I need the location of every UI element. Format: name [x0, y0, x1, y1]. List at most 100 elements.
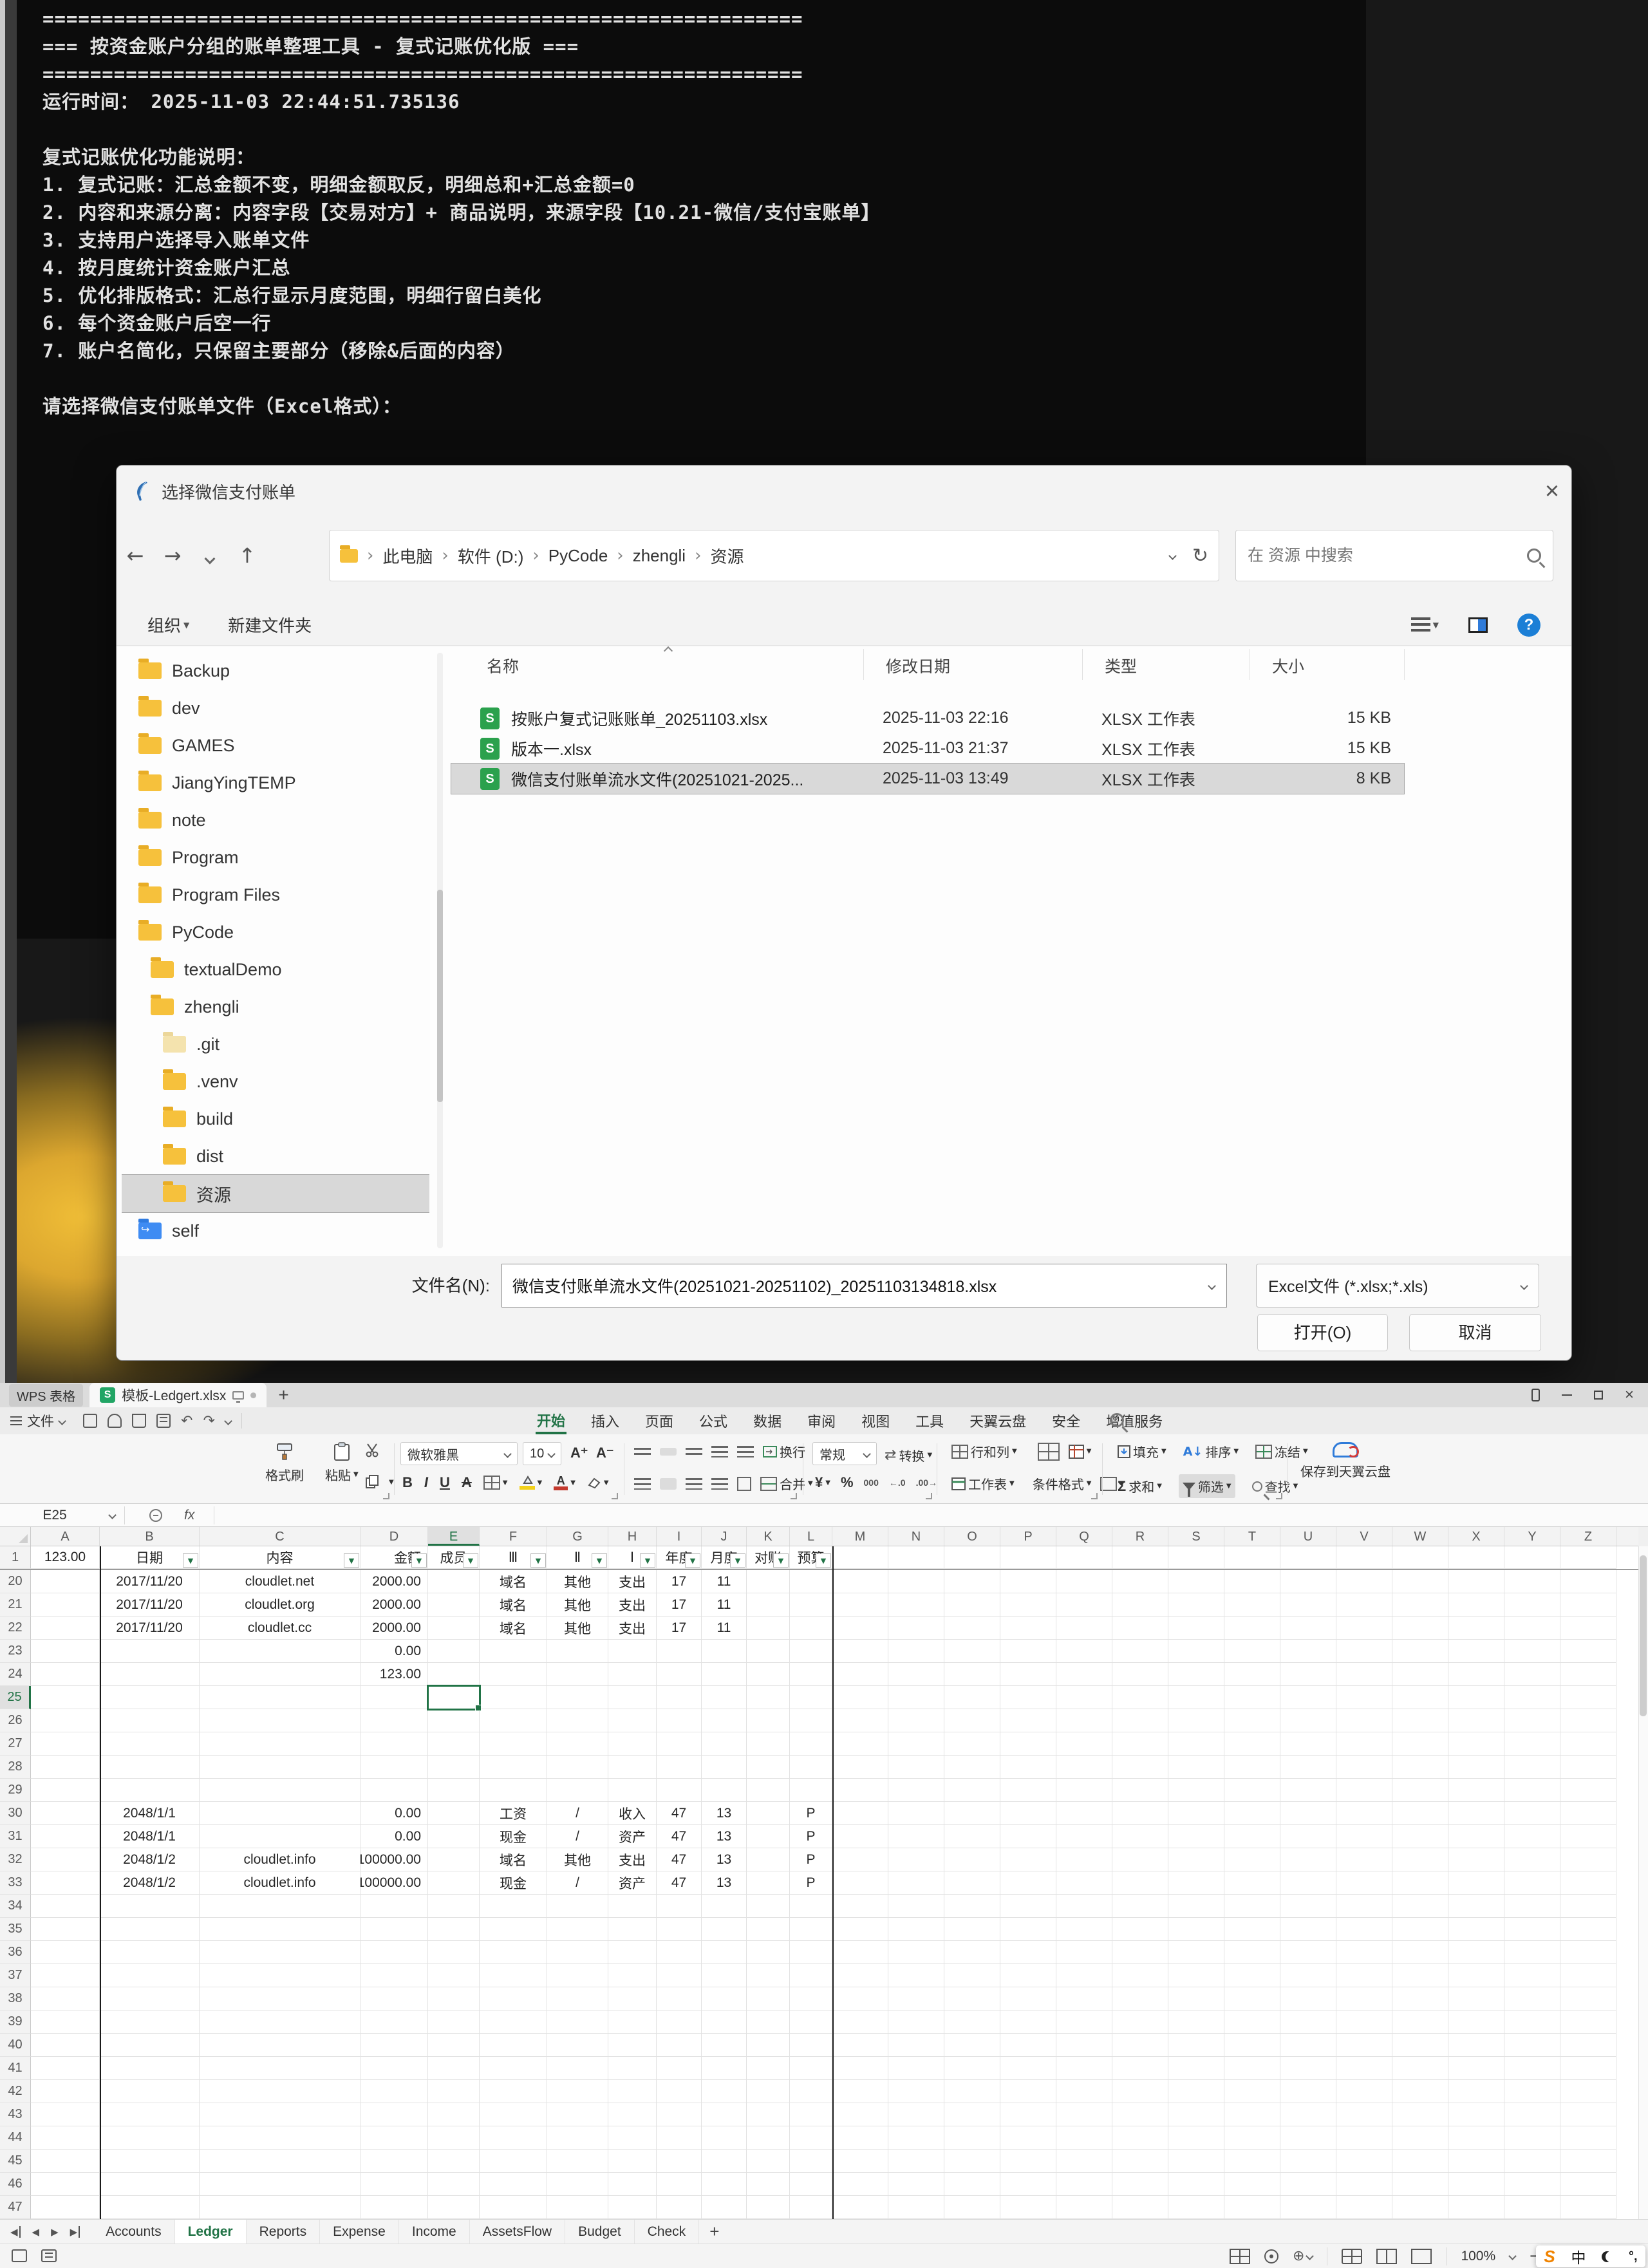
focus-mode-icon[interactable] [1264, 2249, 1278, 2263]
cell-F36[interactable] [480, 1941, 547, 1964]
row-header-46[interactable]: 46 [0, 2173, 31, 2196]
cell-A29[interactable] [31, 1779, 100, 1802]
cell-T21[interactable] [1224, 1593, 1280, 1617]
cell-B1[interactable]: 日期▼ [100, 1546, 200, 1569]
cell-G27[interactable] [547, 1732, 608, 1756]
column-header-J[interactable]: J [702, 1527, 747, 1546]
cell-J29[interactable] [702, 1779, 747, 1802]
cell-S44[interactable] [1168, 2126, 1224, 2150]
menu-tab-审阅[interactable]: 审阅 [806, 1408, 837, 1434]
column-header-type[interactable]: 类型 [1105, 654, 1137, 677]
cell-M27[interactable] [832, 1732, 888, 1756]
cell-M45[interactable] [832, 2150, 888, 2173]
cell-M33[interactable] [832, 1871, 888, 1895]
cell-R27[interactable] [1112, 1732, 1168, 1756]
cell-E47[interactable] [428, 2196, 480, 2219]
move-tool-icon[interactable]: ⊕ [1293, 2248, 1313, 2264]
cell-I47[interactable] [657, 2196, 702, 2219]
file-row[interactable]: S按账户复式记账账单_20251103.xlsx2025-11-03 22:16… [451, 703, 1404, 733]
preview-pane-icon[interactable] [1468, 617, 1488, 633]
sort-button[interactable]: A↓排序▼ [1183, 1442, 1239, 1461]
cell-C20[interactable]: cloudlet.net [200, 1570, 360, 1593]
tree-item-JiangYingTEMP[interactable]: JiangYingTEMP [122, 764, 429, 801]
cell-R46[interactable] [1112, 2173, 1168, 2196]
cell-M28[interactable] [832, 1756, 888, 1779]
cell-Z43[interactable] [1560, 2103, 1616, 2126]
align-top-icon[interactable] [634, 1448, 651, 1456]
cell-U41[interactable] [1280, 2057, 1336, 2080]
cell-T27[interactable] [1224, 1732, 1280, 1756]
cell-K41[interactable] [747, 2057, 790, 2080]
name-box[interactable]: E25 [0, 1508, 109, 1523]
cell-W42[interactable] [1392, 2080, 1448, 2103]
cell-C35[interactable] [200, 1918, 360, 1941]
cell-C28[interactable] [200, 1756, 360, 1779]
cell-Y25[interactable] [1504, 1686, 1560, 1709]
cell-T37[interactable] [1224, 1964, 1280, 1987]
cell-H1[interactable]: Ⅰ▼ [608, 1546, 657, 1569]
cell-O34[interactable] [944, 1895, 1000, 1918]
cell-P47[interactable] [1000, 2196, 1056, 2219]
cell-Z24[interactable] [1560, 1663, 1616, 1686]
cell-G32[interactable]: 其他 [547, 1848, 608, 1871]
cell-Z20[interactable] [1560, 1570, 1616, 1593]
cell-Q42[interactable] [1056, 2080, 1112, 2103]
cell-M39[interactable] [832, 2010, 888, 2034]
cell-F40[interactable] [480, 2034, 547, 2057]
cell-A30[interactable] [31, 1802, 100, 1825]
cell-Q34[interactable] [1056, 1895, 1112, 1918]
cell-S37[interactable] [1168, 1964, 1224, 1987]
cell-R28[interactable] [1112, 1756, 1168, 1779]
cell-A26[interactable] [31, 1709, 100, 1732]
cell-M43[interactable] [832, 2103, 888, 2126]
row-header-47[interactable]: 47 [0, 2196, 31, 2219]
cell-W28[interactable] [1392, 1756, 1448, 1779]
cell-F42[interactable] [480, 2080, 547, 2103]
cell-E39[interactable] [428, 2010, 480, 2034]
cell-T20[interactable] [1224, 1570, 1280, 1593]
cell-M1[interactable] [832, 1546, 888, 1569]
row-header-38[interactable]: 38 [0, 1987, 31, 2010]
sheet-tab-Income[interactable]: Income [399, 2220, 470, 2244]
cell-E33[interactable] [428, 1871, 480, 1895]
cell-K42[interactable] [747, 2080, 790, 2103]
cell-A27[interactable] [31, 1732, 100, 1756]
conditional-format-button[interactable]: 条件格式▼ [1033, 1474, 1092, 1493]
cell-H38[interactable] [608, 1987, 657, 2010]
cell-Z33[interactable] [1560, 1871, 1616, 1895]
breadcrumb-item[interactable]: 软件 (D:) [458, 544, 524, 568]
cell-P44[interactable] [1000, 2126, 1056, 2150]
cell-J41[interactable] [702, 2057, 747, 2080]
cell-Y44[interactable] [1504, 2126, 1560, 2150]
cell-B24[interactable] [100, 1663, 200, 1686]
cell-E1[interactable]: 成员▼ [428, 1546, 480, 1569]
filter-button[interactable]: ▼ [592, 1553, 607, 1568]
cell-E46[interactable] [428, 2173, 480, 2196]
filter-button[interactable]: ▼ [463, 1553, 478, 1568]
cell-X28[interactable] [1448, 1756, 1504, 1779]
cell-Y37[interactable] [1504, 1964, 1560, 1987]
cell-P36[interactable] [1000, 1941, 1056, 1964]
cell-Q41[interactable] [1056, 2057, 1112, 2080]
align-bottom-icon[interactable] [686, 1448, 702, 1456]
cell-X41[interactable] [1448, 2057, 1504, 2080]
cell-W43[interactable] [1392, 2103, 1448, 2126]
underline-icon[interactable]: U [440, 1474, 450, 1491]
cell-M40[interactable] [832, 2034, 888, 2057]
ime-toolbar[interactable]: S 中 °, [1536, 2245, 1645, 2267]
cell-B27[interactable] [100, 1732, 200, 1756]
cell-N1[interactable] [888, 1546, 944, 1569]
cell-W45[interactable] [1392, 2150, 1448, 2173]
wps-app-label[interactable]: WPS 表格 [9, 1384, 83, 1407]
cell-X33[interactable] [1448, 1871, 1504, 1895]
cell-B41[interactable] [100, 2057, 200, 2080]
justify-icon[interactable] [711, 1478, 728, 1490]
cell-X26[interactable] [1448, 1709, 1504, 1732]
cell-P31[interactable] [1000, 1825, 1056, 1848]
cell-Z27[interactable] [1560, 1732, 1616, 1756]
cell-F45[interactable] [480, 2150, 547, 2173]
cell-T43[interactable] [1224, 2103, 1280, 2126]
cell-O40[interactable] [944, 2034, 1000, 2057]
cell-Q43[interactable] [1056, 2103, 1112, 2126]
cell-S46[interactable] [1168, 2173, 1224, 2196]
